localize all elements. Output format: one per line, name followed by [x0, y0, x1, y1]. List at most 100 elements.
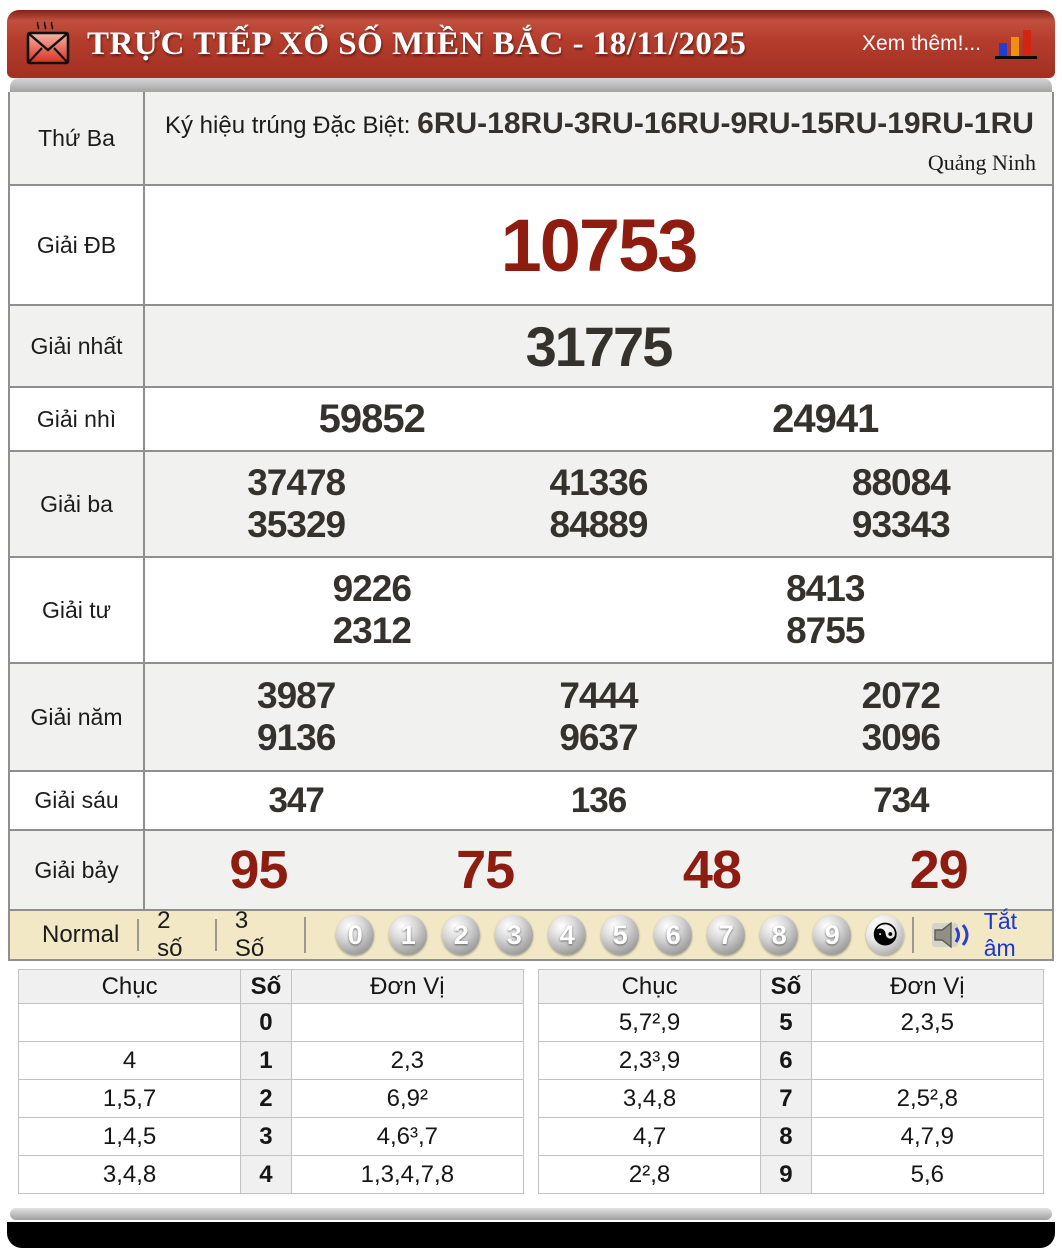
head-tail-section: Chục Số Đơn Vị 0 4 1 2,3 1,5,7 2 6,9² 1,…	[17, 969, 1045, 1194]
prize-number: 7444	[559, 675, 638, 716]
yin-yang-ball[interactable]: ☯	[866, 915, 905, 955]
so-cell: 9	[760, 1155, 812, 1194]
column-header-donvi: Đơn Vị	[810, 969, 1045, 1004]
prize-number: 59852	[318, 396, 426, 441]
chuc-cell: 1,4,5	[17, 1117, 242, 1156]
number-ball-7[interactable]: 7	[707, 915, 746, 955]
prize-number: 24941	[772, 396, 879, 441]
number-ball-1[interactable]: 1	[389, 915, 428, 955]
column-header-so: Số	[240, 969, 292, 1004]
prize-number: 3987	[257, 675, 336, 716]
prize-label: Giải nhì	[10, 388, 145, 450]
table-row: 5,7²,9 5 2,3,5	[537, 1003, 1045, 1042]
so-cell: 4	[240, 1155, 292, 1194]
header-bar: TRỰC TIẾP XỔ SỐ MIỀN BẮC - 18/11/2025 Xe…	[7, 10, 1055, 78]
so-cell: 8	[760, 1117, 812, 1156]
prize-number: 2312	[332, 610, 412, 651]
number-ball-4[interactable]: 4	[548, 915, 587, 955]
prize-number: 35329	[247, 504, 346, 545]
number-ball-group: 0 1 2 3 4 5 6 7 8 9 ☯	[336, 915, 905, 955]
table-row: 4 1 2,3	[17, 1041, 525, 1080]
so-cell: 1	[240, 1041, 292, 1080]
prize-number: 37478	[247, 462, 346, 503]
table-header-row: Chục Số Đơn Vị	[17, 969, 525, 1004]
special-sign-row: Thứ Ba Ký hiệu trúng Đặc Biệt: 6RU-18RU-…	[10, 92, 1052, 184]
chuc-cell: 3,4,8	[17, 1155, 242, 1194]
divider	[304, 917, 307, 953]
prize-label: Giải nhất	[10, 306, 145, 386]
sign-label: Ký hiệu trúng Đặc Biệt:	[165, 112, 418, 139]
top-gray-strip	[10, 78, 1052, 92]
prize-number: 734	[873, 780, 929, 820]
chuc-cell: 2²,8	[537, 1155, 762, 1194]
prize-row-fifth: Giải năm 3987 7444 2072 9136 9637 3096	[10, 662, 1052, 770]
table-row: 1,4,5 3 4,6³,7	[17, 1117, 525, 1156]
page-title: TRỰC TIẾP XỔ SỐ MIỀN BẮC - 18/11/2025	[87, 25, 747, 62]
table-row: 4,7 8 4,7,9	[537, 1117, 1045, 1156]
prize-label: Giải ĐB	[10, 186, 145, 304]
table-row: 1,5,7 2 6,9²	[17, 1079, 525, 1118]
column-header-donvi: Đơn Vị	[290, 969, 525, 1004]
prize-number: 8413	[786, 568, 865, 609]
chuc-cell: 3,4,8	[537, 1079, 762, 1118]
mute-button[interactable]: Tắt âm	[904, 908, 1038, 962]
number-ball-6[interactable]: 6	[654, 915, 693, 955]
speaker-icon	[931, 920, 974, 950]
donvi-cell	[810, 1041, 1045, 1080]
envelope-icon	[25, 21, 71, 67]
sign-codes: 6RU-18RU-3RU-16RU-9RU-15RU-19RU-1RU	[417, 107, 1034, 140]
so-cell: 5	[760, 1003, 812, 1042]
chuc-cell: 2,3³,9	[537, 1041, 762, 1080]
column-header-chuc: Chục	[17, 969, 242, 1004]
donvi-cell: 1,3,4,7,8	[290, 1155, 525, 1194]
donvi-cell: 4,7,9	[810, 1117, 1045, 1156]
column-header-chuc: Chục	[537, 969, 762, 1004]
prize-number: 8755	[786, 610, 865, 651]
mode-2so-button[interactable]: 2 số	[139, 907, 215, 963]
prize-number: 9136	[257, 717, 336, 758]
so-cell: 6	[760, 1041, 812, 1080]
donvi-cell: 2,3,5	[810, 1003, 1045, 1042]
table-row: 2,3³,9 6	[537, 1041, 1045, 1080]
prize-label: Giải sáu	[10, 772, 145, 829]
prize-number: 31775	[525, 314, 674, 378]
prize-row-sixth: Giải sáu 347 136 734	[10, 770, 1052, 829]
prize-number: 347	[268, 780, 324, 820]
donvi-cell	[290, 1003, 525, 1042]
column-header-so: Số	[760, 969, 812, 1004]
prize-number: 9226	[332, 568, 412, 609]
number-ball-3[interactable]: 3	[495, 915, 534, 955]
table-row: 2²,8 9 5,6	[537, 1155, 1045, 1194]
table-row: 3,4,8 7 2,5²,8	[537, 1079, 1045, 1118]
number-ball-0[interactable]: 0	[336, 915, 375, 955]
prize-row-seventh: Giải bảy 95 75 48 29	[10, 829, 1052, 909]
divider	[912, 917, 914, 953]
prize-label: Giải ba	[10, 452, 145, 556]
prize-number: 2072	[861, 675, 941, 716]
table-row: 3,4,8 4 1,3,4,7,8	[17, 1155, 525, 1194]
number-ball-8[interactable]: 8	[760, 915, 799, 955]
prize-number: 29	[909, 840, 969, 900]
number-ball-9[interactable]: 9	[813, 915, 852, 955]
prize-number: 75	[456, 840, 515, 900]
chuc-cell: 4,7	[537, 1117, 762, 1156]
special-sign-cell: Ký hiệu trúng Đặc Biệt: 6RU-18RU-3RU-16R…	[145, 92, 1052, 184]
number-ball-5[interactable]: 5	[601, 915, 640, 955]
chuc-cell	[17, 1003, 242, 1042]
head-tail-table-left: Chục Số Đơn Vị 0 4 1 2,3 1,5,7 2 6,9² 1,…	[17, 969, 525, 1194]
see-more-link[interactable]: Xem thêm!...	[862, 32, 981, 56]
mode-normal-button[interactable]: Normal	[24, 921, 137, 949]
so-cell: 0	[240, 1003, 292, 1042]
prize-number: 84889	[549, 504, 649, 545]
chuc-cell: 5,7²,9	[537, 1003, 762, 1042]
number-ball-2[interactable]: 2	[442, 915, 481, 955]
donvi-cell: 4,6³,7	[290, 1117, 525, 1156]
so-cell: 2	[240, 1079, 292, 1118]
prize-row-second: Giải nhì 59852 24941	[10, 386, 1052, 450]
prize-number: 93343	[851, 504, 951, 545]
head-tail-table-right: Chục Số Đơn Vị 5,7²,9 5 2,3,5 2,3³,9 6 3…	[537, 969, 1045, 1194]
mode-3so-button[interactable]: 3 Số	[217, 907, 297, 963]
bar-chart-icon[interactable]	[995, 28, 1037, 60]
results-table: Thứ Ba Ký hiệu trúng Đặc Biệt: 6RU-18RU-…	[8, 92, 1054, 963]
prize-label: Giải năm	[10, 664, 145, 770]
